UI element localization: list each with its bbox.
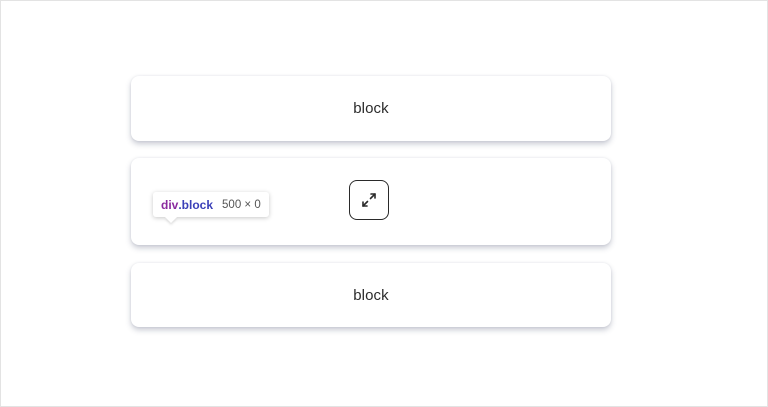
tooltip-class-name: .block xyxy=(178,197,214,212)
tooltip-dimensions: 500 × 0 xyxy=(222,198,261,211)
inspector-tooltip: div .block 500 × 0 xyxy=(153,192,269,217)
expand-button[interactable] xyxy=(349,180,389,220)
block-card-bottom: block xyxy=(131,263,611,327)
block-label: block xyxy=(353,100,389,117)
block-label: block xyxy=(353,286,389,304)
block-card-top: block xyxy=(131,76,611,141)
expand-arrows-icon xyxy=(362,193,376,207)
tooltip-tag-name: div xyxy=(161,197,179,212)
